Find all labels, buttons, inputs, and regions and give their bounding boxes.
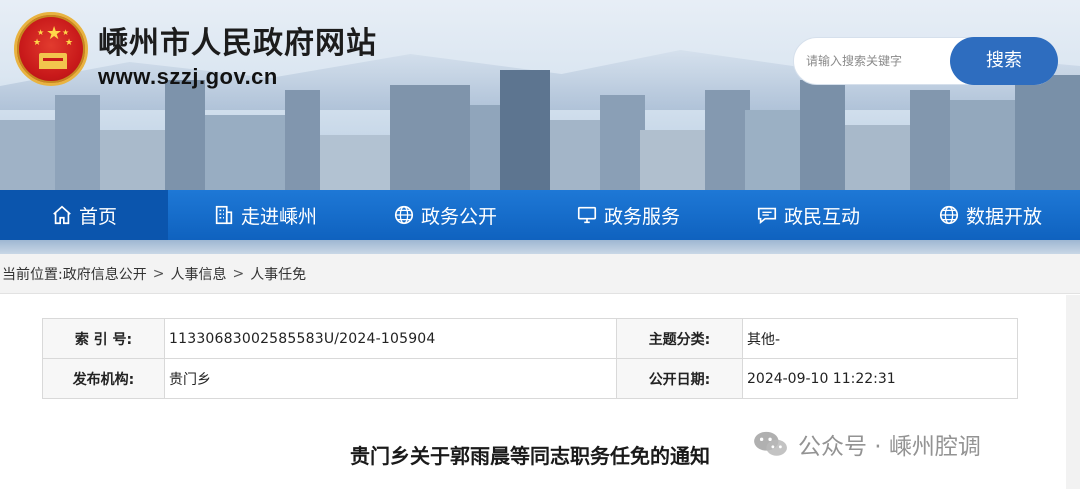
breadcrumb-prefix: 当前位置: — [2, 266, 63, 283]
search-button[interactable]: 搜索 — [950, 37, 1058, 85]
index-value: 11330683002585583U/2024-105904 — [164, 318, 617, 359]
nav-item-label: 政务服务 — [603, 205, 680, 228]
topic-label: 主题分类: — [616, 318, 743, 359]
breadcrumb: 当前位置: 政府信息公开 > 人事信息 > 人事任免 — [0, 254, 1080, 294]
date-label: 公开日期: — [616, 358, 743, 399]
national-emblem-icon: ★ ★ ★ ★ ★ — [14, 12, 88, 86]
monitor-icon — [577, 206, 597, 224]
watermark: 公众号 · 嵊州腔调 — [752, 426, 981, 462]
nav-item-label: 首页 — [78, 205, 117, 228]
date-value: 2024-09-10 11:22:31 — [742, 358, 1018, 399]
wechat-icon — [754, 431, 787, 456]
breadcrumb-separator: > — [232, 265, 245, 282]
main-nav: 首页 走进嵊州 政务公开 政务服务 政民互动 数据开放 — [0, 190, 1080, 240]
home-icon — [53, 205, 71, 225]
nav-item-home[interactable]: 首页 — [0, 190, 168, 240]
breadcrumb-item-gov-info[interactable]: 政府信息公开 — [63, 264, 147, 284]
org-value: 贵门乡 — [164, 358, 617, 399]
nav-item-label: 数据开放 — [965, 205, 1042, 228]
breadcrumb-item-personnel-info[interactable]: 人事信息 — [170, 264, 226, 284]
breadcrumb-separator: > — [152, 265, 165, 282]
nav-item-data-open[interactable]: 数据开放 — [915, 190, 1065, 240]
site-title[interactable]: 嵊州市人民政府网站 — [98, 18, 377, 62]
globe-icon — [394, 205, 414, 225]
nav-item-interaction[interactable]: 政民互动 — [733, 190, 883, 240]
scrollbar[interactable] — [1066, 295, 1080, 489]
metadata-table: 索 引 号: 11330683002585583U/2024-105904 主题… — [42, 318, 1018, 399]
nav-item-gov-service[interactable]: 政务服务 — [553, 190, 703, 240]
topic-value: 其他- — [742, 318, 1018, 359]
building-icon — [215, 205, 233, 225]
chat-icon — [757, 207, 777, 225]
search-input[interactable] — [806, 50, 956, 72]
org-label: 发布机构: — [42, 358, 165, 399]
globe-icon — [939, 205, 959, 225]
breadcrumb-item-appointments[interactable]: 人事任免 — [250, 264, 306, 284]
nav-item-label: 走进嵊州 — [240, 205, 317, 228]
decorative-strip — [0, 240, 1080, 254]
nav-item-gov-open[interactable]: 政务公开 — [370, 190, 520, 240]
header-banner: ★ ★ ★ ★ ★ 嵊州市人民政府网站 www.szzj.gov.cn — [0, 0, 1080, 190]
nav-item-label: 政民互动 — [783, 205, 860, 228]
watermark-text: 公众号 · 嵊州腔调 — [798, 434, 981, 460]
table-row: 索 引 号: 11330683002585583U/2024-105904 主题… — [42, 318, 1018, 359]
table-row: 发布机构: 贵门乡 公开日期: 2024-09-10 11:22:31 — [42, 358, 1018, 399]
nav-item-about[interactable]: 走进嵊州 — [190, 190, 340, 240]
site-url[interactable]: www.szzj.gov.cn — [98, 64, 278, 90]
nav-item-label: 政务公开 — [420, 205, 497, 228]
index-label: 索 引 号: — [42, 318, 165, 359]
